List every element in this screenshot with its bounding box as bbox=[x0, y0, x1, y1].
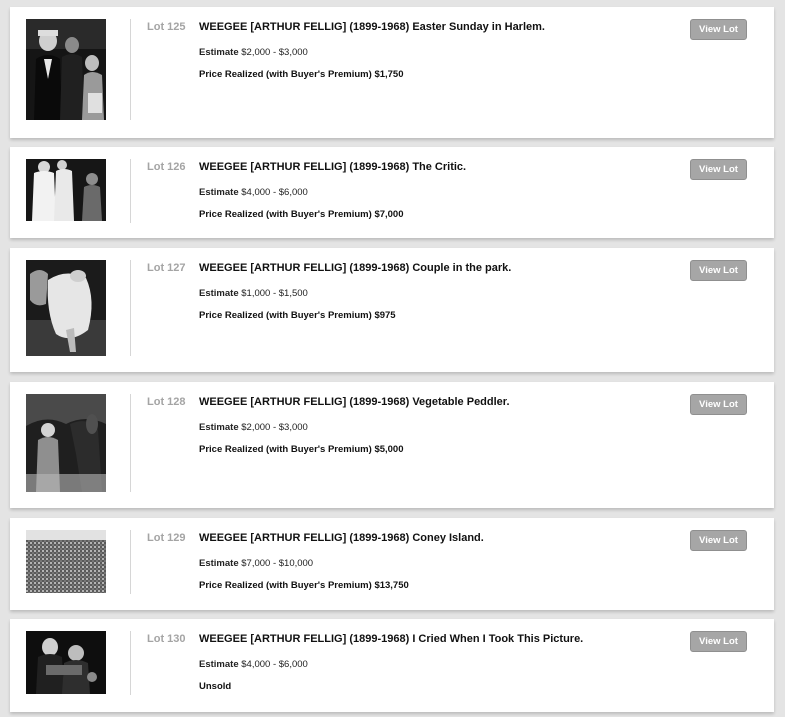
lot-card: Lot 128 WEEGEE [ARTHUR FELLIG] (1899-196… bbox=[10, 382, 774, 508]
lot-estimate: Estimate $2,000 - $3,000 bbox=[199, 47, 308, 58]
lot-status: Unsold bbox=[199, 681, 231, 692]
price-label: Price Realized (with Buyer's Premium) bbox=[199, 310, 372, 321]
price-label: Price Realized (with Buyer's Premium) bbox=[199, 444, 372, 455]
lot-number: Lot 130 bbox=[147, 633, 186, 645]
lot-price: Price Realized (with Buyer's Premium) $9… bbox=[199, 310, 396, 321]
lot-price: Price Realized (with Buyer's Premium) $1… bbox=[199, 580, 409, 591]
price-label: Price Realized (with Buyer's Premium) bbox=[199, 209, 372, 220]
status-label: Unsold bbox=[199, 681, 232, 692]
lot-number: Lot 126 bbox=[147, 161, 186, 173]
lot-card: Lot 127 WEEGEE [ARTHUR FELLIG] (1899-196… bbox=[10, 248, 774, 372]
lot-thumbnail[interactable] bbox=[26, 394, 106, 492]
lot-card: Lot 129 WEEGEE [ARTHUR FELLIG] (1899-196… bbox=[10, 518, 774, 610]
card-divider bbox=[130, 530, 131, 594]
lot-list: Lot 125 WEEGEE [ARTHUR FELLIG] (1899-196… bbox=[0, 0, 785, 717]
estimate-value: $4,000 - $6,000 bbox=[241, 187, 308, 198]
lot-estimate: Estimate $4,000 - $6,000 bbox=[199, 187, 308, 198]
view-lot-button[interactable]: View Lot bbox=[690, 631, 747, 652]
lot-card: Lot 125 WEEGEE [ARTHUR FELLIG] (1899-196… bbox=[10, 7, 774, 138]
lot-thumbnail[interactable] bbox=[26, 530, 106, 593]
estimate-label: Estimate bbox=[199, 288, 239, 299]
lot-estimate: Estimate $1,000 - $1,500 bbox=[199, 288, 308, 299]
lot-title[interactable]: WEEGEE [ARTHUR FELLIG] (1899-1968) Veget… bbox=[199, 396, 510, 408]
view-lot-button[interactable]: View Lot bbox=[690, 19, 747, 40]
lot-card: Lot 126 WEEGEE [ARTHUR FELLIG] (1899-196… bbox=[10, 147, 774, 238]
lot-thumbnail[interactable] bbox=[26, 159, 106, 221]
view-lot-button[interactable]: View Lot bbox=[690, 260, 747, 281]
estimate-value: $7,000 - $10,000 bbox=[241, 558, 314, 569]
price-value: $975 bbox=[374, 310, 396, 321]
lot-price: Price Realized (with Buyer's Premium) $1… bbox=[199, 69, 404, 80]
price-label: Price Realized (with Buyer's Premium) bbox=[199, 580, 372, 591]
view-lot-button[interactable]: View Lot bbox=[690, 159, 747, 180]
estimate-label: Estimate bbox=[199, 659, 239, 670]
lot-number: Lot 129 bbox=[147, 532, 186, 544]
lot-number: Lot 128 bbox=[147, 396, 186, 408]
card-divider bbox=[130, 159, 131, 223]
lot-price: Price Realized (with Buyer's Premium) $7… bbox=[199, 209, 404, 220]
view-lot-button[interactable]: View Lot bbox=[690, 394, 747, 415]
lot-price: Price Realized (with Buyer's Premium) $5… bbox=[199, 444, 404, 455]
estimate-value: $2,000 - $3,000 bbox=[241, 422, 308, 433]
estimate-value: $4,000 - $6,000 bbox=[241, 659, 308, 670]
card-divider bbox=[130, 19, 131, 120]
lot-estimate: Estimate $2,000 - $3,000 bbox=[199, 422, 308, 433]
lot-thumbnail[interactable] bbox=[26, 260, 106, 356]
estimate-value: $1,000 - $1,500 bbox=[241, 288, 308, 299]
estimate-value: $2,000 - $3,000 bbox=[241, 47, 308, 58]
lot-number: Lot 125 bbox=[147, 21, 186, 33]
price-value: $13,750 bbox=[374, 580, 409, 591]
price-label: Price Realized (with Buyer's Premium) bbox=[199, 69, 372, 80]
estimate-label: Estimate bbox=[199, 422, 239, 433]
lot-estimate: Estimate $7,000 - $10,000 bbox=[199, 558, 313, 569]
estimate-label: Estimate bbox=[199, 47, 239, 58]
estimate-label: Estimate bbox=[199, 558, 239, 569]
lot-card: Lot 130 WEEGEE [ARTHUR FELLIG] (1899-196… bbox=[10, 619, 774, 712]
price-value: $1,750 bbox=[374, 69, 404, 80]
lot-thumbnail[interactable] bbox=[26, 631, 106, 694]
lot-title[interactable]: WEEGEE [ARTHUR FELLIG] (1899-1968) The C… bbox=[199, 161, 466, 173]
view-lot-button[interactable]: View Lot bbox=[690, 530, 747, 551]
lot-thumbnail[interactable] bbox=[26, 19, 106, 120]
lot-title[interactable]: WEEGEE [ARTHUR FELLIG] (1899-1968) Coupl… bbox=[199, 262, 511, 274]
card-divider bbox=[130, 631, 131, 695]
lot-title[interactable]: WEEGEE [ARTHUR FELLIG] (1899-1968) Coney… bbox=[199, 532, 484, 544]
price-value: $7,000 bbox=[374, 209, 404, 220]
lot-title[interactable]: WEEGEE [ARTHUR FELLIG] (1899-1968) I Cri… bbox=[199, 633, 583, 645]
card-divider bbox=[130, 260, 131, 356]
price-value: $5,000 bbox=[374, 444, 404, 455]
card-divider bbox=[130, 394, 131, 492]
lot-title[interactable]: WEEGEE [ARTHUR FELLIG] (1899-1968) Easte… bbox=[199, 21, 545, 33]
lot-number: Lot 127 bbox=[147, 262, 186, 274]
estimate-label: Estimate bbox=[199, 187, 239, 198]
lot-estimate: Estimate $4,000 - $6,000 bbox=[199, 659, 308, 670]
